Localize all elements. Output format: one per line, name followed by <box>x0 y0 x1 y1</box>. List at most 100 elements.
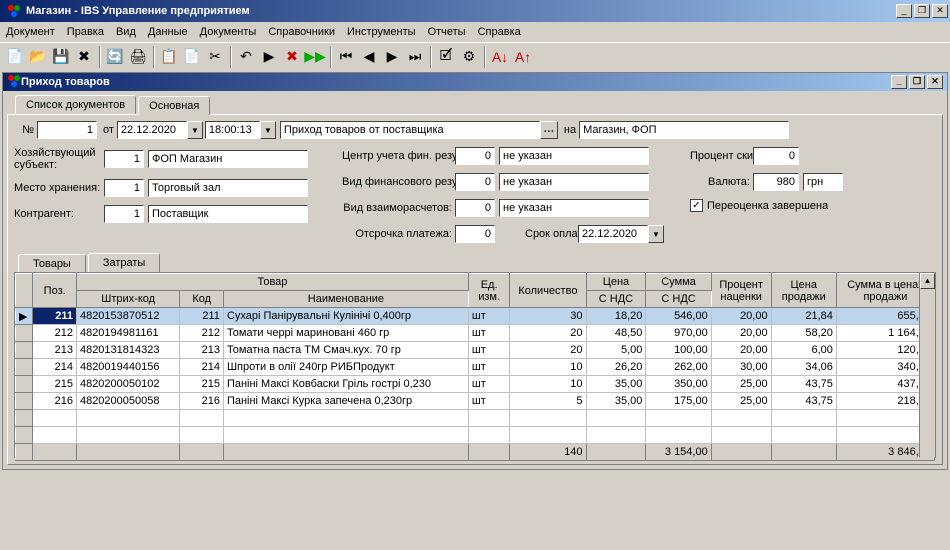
table-row[interactable]: 2144820019440156214Шпроти в олії 240гр Р… <box>16 359 935 376</box>
apply-icon[interactable]: ▶▶ <box>304 46 326 68</box>
prev-icon[interactable]: ◀ <box>358 46 380 68</box>
grid-scrollbar[interactable]: ▲ <box>919 273 935 457</box>
row-header[interactable] <box>16 376 33 393</box>
table-row[interactable]: 2154820200050102215Паніні Максі Ковбаски… <box>16 376 935 393</box>
menu-view[interactable]: Вид <box>116 26 136 38</box>
col-unit[interactable]: Ед. изм. <box>468 274 509 308</box>
row-header[interactable] <box>16 342 33 359</box>
col-name[interactable]: Наименование <box>223 291 468 308</box>
menu-reports[interactable]: Отчеты <box>428 26 466 38</box>
menu-documents[interactable]: Документы <box>200 26 257 38</box>
cell-name: Томати черрі мариновані 460 гр <box>223 325 468 342</box>
undo-icon[interactable]: ↶ <box>235 46 257 68</box>
row-header[interactable] <box>16 359 33 376</box>
redo-icon[interactable]: ▶ <box>258 46 280 68</box>
maximize-button[interactable]: ❐ <box>914 4 930 18</box>
reval-checkbox[interactable]: ✓ <box>690 199 703 212</box>
new-icon[interactable]: 📄 <box>4 46 26 68</box>
defer-field[interactable] <box>455 225 495 243</box>
menu-edit[interactable]: Правка <box>67 26 104 38</box>
from-label: от <box>103 124 114 136</box>
fin-no-field[interactable] <box>455 147 495 165</box>
first-icon[interactable]: ⏮ <box>335 46 357 68</box>
menu-tools[interactable]: Инструменты <box>347 26 416 38</box>
fin-name-field[interactable] <box>499 147 649 165</box>
doc-time-field[interactable] <box>205 121 260 139</box>
paste-icon[interactable]: 📄 <box>181 46 203 68</box>
col-price[interactable]: Цена <box>586 274 646 291</box>
refresh-icon[interactable]: 🔄 <box>104 46 126 68</box>
col-withvat2[interactable]: С НДС <box>646 291 711 308</box>
paydate-dropdown-icon[interactable]: ▼ <box>648 225 664 243</box>
cell-sprice: 6,00 <box>771 342 836 359</box>
scroll-up-icon[interactable]: ▲ <box>920 273 935 289</box>
table-row[interactable]: 2124820194981161212Томати черрі маринова… <box>16 325 935 342</box>
place-label: Место хранения: <box>14 182 104 194</box>
print-icon[interactable]: 🖨 <box>127 46 149 68</box>
tab-costs[interactable]: Затраты <box>88 253 161 272</box>
inner-close-button[interactable]: ✕ <box>927 75 943 89</box>
next-icon[interactable]: ▶ <box>381 46 403 68</box>
discount-field[interactable] <box>753 147 799 165</box>
close-button[interactable]: ✕ <box>932 4 948 18</box>
inner-minimize-button[interactable]: _ <box>891 75 907 89</box>
cell-unit: шт <box>468 308 509 325</box>
menu-data[interactable]: Данные <box>148 26 188 38</box>
minimize-button[interactable]: _ <box>896 4 912 18</box>
menu-help[interactable]: Справка <box>478 26 521 38</box>
inner-maximize-button[interactable]: ❐ <box>909 75 925 89</box>
cell-pos: 215 <box>33 376 77 393</box>
tab-main[interactable]: Основная <box>138 96 210 115</box>
last-icon[interactable]: ⏭ <box>404 46 426 68</box>
row-header[interactable] <box>16 393 33 410</box>
save-icon[interactable]: 💾 <box>50 46 72 68</box>
commit-icon[interactable]: 🗹 <box>435 46 457 68</box>
doc-no-field[interactable] <box>37 121 97 139</box>
store-field[interactable] <box>579 121 789 139</box>
subject-no-field[interactable] <box>104 150 144 168</box>
settle-name-field[interactable] <box>499 199 649 217</box>
col-barcode[interactable]: Штрих-код <box>76 291 179 308</box>
menu-refs[interactable]: Справочники <box>268 26 335 38</box>
sort-desc-icon[interactable]: A↑ <box>512 46 534 68</box>
desc-lookup-button[interactable]: … <box>540 121 558 139</box>
time-dropdown-icon[interactable]: ▼ <box>260 121 276 139</box>
currency-name-field[interactable] <box>803 173 843 191</box>
counter-no-field[interactable] <box>104 205 144 223</box>
open-icon[interactable]: 📂 <box>27 46 49 68</box>
col-tovar[interactable]: Товар <box>76 274 468 291</box>
table-row[interactable]: ▶2114820153870512211Сухарі Панірувальні … <box>16 308 935 325</box>
settle-no-field[interactable] <box>455 199 495 217</box>
col-withvat1[interactable]: С НДС <box>586 291 646 308</box>
counter-name-field[interactable] <box>148 205 308 223</box>
row-header[interactable]: ▶ <box>16 308 33 325</box>
doc-desc-field[interactable] <box>280 121 540 139</box>
doc-date-field[interactable] <box>117 121 187 139</box>
cut-icon[interactable]: ✂ <box>204 46 226 68</box>
col-qty[interactable]: Количество <box>510 274 586 308</box>
place-name-field[interactable] <box>148 179 308 197</box>
table-row[interactable]: 2134820131814323213Томатна паста ТМ Смач… <box>16 342 935 359</box>
menu-document[interactable]: Документ <box>6 26 55 38</box>
sort-asc-icon[interactable]: A↓ <box>489 46 511 68</box>
tab-doclist[interactable]: Список документов <box>15 95 136 114</box>
currency-code-field[interactable] <box>753 173 799 191</box>
copy-icon[interactable]: 📋 <box>158 46 180 68</box>
cancel-icon[interactable]: ✖ <box>281 46 303 68</box>
tool-icon[interactable]: ⚙ <box>458 46 480 68</box>
col-markup[interactable]: Процент наценки <box>711 274 771 308</box>
col-code[interactable]: Код <box>180 291 224 308</box>
col-saleprice[interactable]: Цена продажи <box>771 274 836 308</box>
date-dropdown-icon[interactable]: ▼ <box>187 121 203 139</box>
subject-name-field[interactable] <box>148 150 308 168</box>
row-header[interactable] <box>16 325 33 342</box>
col-sum[interactable]: Сумма <box>646 274 711 291</box>
type-no-field[interactable] <box>455 173 495 191</box>
table-row[interactable]: 2164820200050058216Паніні Максі Курка за… <box>16 393 935 410</box>
type-name-field[interactable] <box>499 173 649 191</box>
place-no-field[interactable] <box>104 179 144 197</box>
tab-goods[interactable]: Товары <box>18 254 86 273</box>
paydate-field[interactable] <box>578 225 648 243</box>
col-pos[interactable]: Поз. <box>33 274 77 308</box>
delete-icon[interactable]: ✖ <box>73 46 95 68</box>
